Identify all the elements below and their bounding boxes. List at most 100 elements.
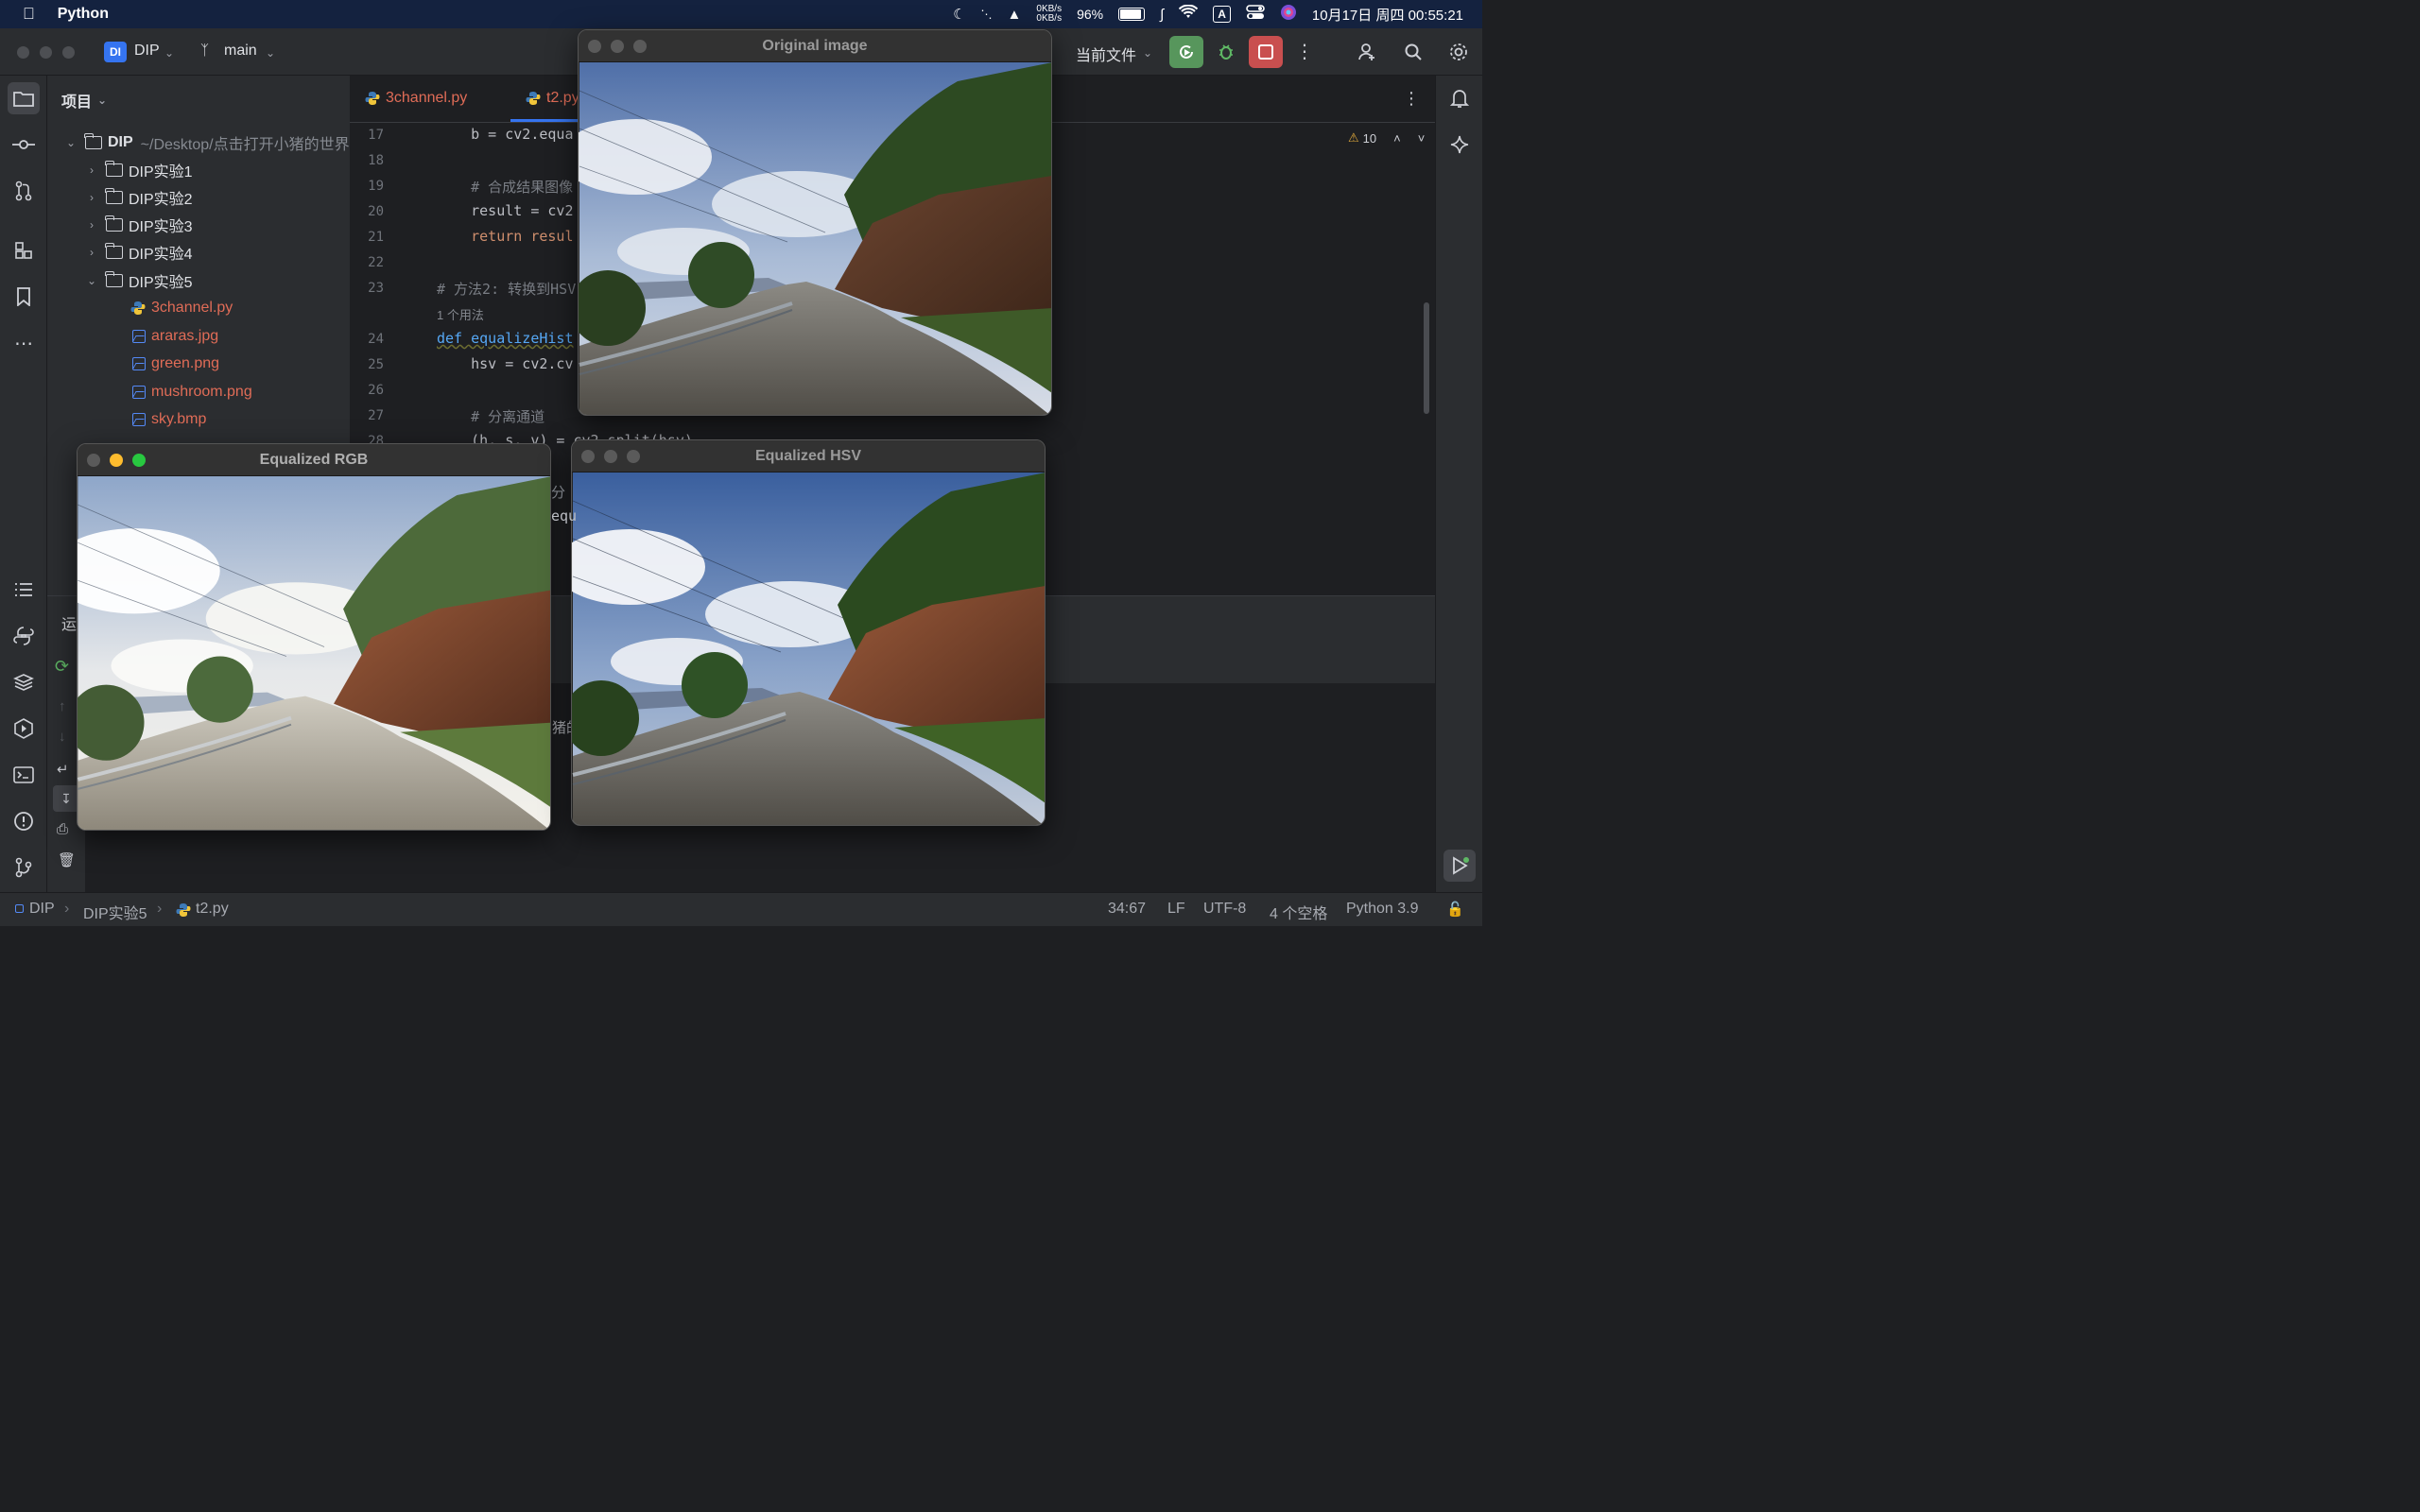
tab-options-icon[interactable]: ⋮	[1403, 89, 1420, 109]
notifications-button[interactable]	[1443, 82, 1476, 114]
file-encoding[interactable]: UTF-8	[1203, 901, 1246, 918]
python-console-tool-button[interactable]	[8, 620, 40, 652]
siri-icon[interactable]	[1280, 4, 1297, 25]
tree-folder-item[interactable]: › DIP实验1	[85, 157, 193, 183]
python-interpreter[interactable]: Python 3.9	[1346, 901, 1419, 918]
line-separator[interactable]: LF	[1167, 901, 1185, 918]
branch-chevron-down-icon[interactable]: ⌄	[266, 46, 275, 60]
tree-file-item[interactable]: sky.bmp	[130, 406, 206, 433]
print-icon[interactable]: ⎙	[57, 821, 68, 837]
equalized-rgb-window[interactable]: Equalized RGB	[77, 443, 551, 831]
unlock-icon[interactable]: 🔓	[1446, 901, 1464, 918]
cat-icon[interactable]: ▲	[1008, 7, 1022, 23]
window-zoom-button[interactable]	[132, 454, 146, 467]
project-tool-button[interactable]	[8, 82, 40, 114]
apple-menu-icon[interactable]: 	[23, 5, 35, 24]
window-zoom-button[interactable]	[633, 40, 647, 53]
window-minimize-button[interactable]	[611, 40, 624, 53]
code-with-me-button[interactable]	[1350, 36, 1384, 68]
window-zoom-button[interactable]	[627, 450, 640, 463]
battery-percent[interactable]: 96%	[1077, 7, 1103, 22]
run-config-chevron-down-icon[interactable]: ⌄	[1143, 46, 1152, 60]
branch-icon[interactable]: ᛉ	[200, 43, 209, 59]
search-everywhere-button[interactable]	[1396, 36, 1430, 68]
python-packages-tool-button[interactable]	[8, 666, 40, 698]
input-method-indicator[interactable]: A	[1213, 6, 1231, 23]
tree-file-item[interactable]: mushroom.png	[130, 379, 252, 405]
tree-folder-item[interactable]: ⌄ DIP实验5	[85, 267, 193, 294]
equalized-hsv-window[interactable]: Equalized HSV	[571, 439, 1046, 826]
pull-requests-tool-button[interactable]	[8, 175, 40, 207]
dots-activity-icon[interactable]: ⋱	[981, 8, 993, 21]
inspection-widget[interactable]: ⚠ 10 ˄ ˅	[1348, 130, 1425, 146]
tree-folder-item[interactable]: › DIP实验4	[85, 239, 193, 266]
original-image-window[interactable]: Original image	[578, 29, 1052, 416]
window-minimize-button[interactable]	[604, 450, 617, 463]
project-selector[interactable]: DIP	[134, 43, 160, 60]
project-chevron-down-icon[interactable]: ⌄	[164, 46, 174, 60]
window-minimize-button[interactable]	[110, 454, 123, 467]
bookmarks-tool-button[interactable]	[8, 281, 40, 313]
menubar-datetime[interactable]: 10月17日 周四 00:55:21	[1312, 5, 1463, 25]
battery-icon[interactable]	[1118, 8, 1146, 21]
project-panel-header[interactable]: 项目 ⌄	[61, 87, 107, 113]
window-close-button[interactable]	[588, 40, 601, 53]
soft-wrap-icon[interactable]: ↵	[57, 761, 69, 778]
more-actions-button[interactable]: ⋮	[1288, 36, 1322, 68]
debug-button[interactable]	[1209, 36, 1243, 68]
window-title[interactable]: Equalized RGB	[78, 444, 550, 476]
trash-icon[interactable]: 🗑	[58, 851, 76, 868]
window-minimize-button[interactable]	[40, 46, 52, 59]
tree-folder-item[interactable]: › DIP实验2	[85, 184, 193, 211]
structure-tool-button[interactable]	[8, 234, 40, 266]
branch-selector[interactable]: main	[224, 43, 257, 60]
arrow-down-icon[interactable]: ↓	[59, 729, 66, 745]
commit-tool-button[interactable]	[8, 129, 40, 161]
indent-setting[interactable]: 4 个空格	[1270, 901, 1327, 923]
window-title[interactable]: Equalized HSV	[572, 440, 1045, 472]
window-close-button[interactable]	[87, 454, 100, 467]
project-badge[interactable]: DI	[104, 42, 127, 62]
network-speed[interactable]: 0KB/s 0KB/s	[1036, 5, 1062, 24]
caret-position[interactable]: 34:67	[1108, 901, 1146, 918]
ai-assistant-button[interactable]	[1443, 129, 1476, 161]
arrow-up-icon[interactable]: ↑	[59, 698, 66, 714]
terminal-tool-button[interactable]	[8, 759, 40, 791]
window-zoom-button[interactable]	[62, 46, 75, 59]
run-panel-tab[interactable]: 运	[61, 611, 77, 634]
settings-button[interactable]	[1442, 36, 1476, 68]
editor-tab-3channel[interactable]: 3channel.py	[365, 90, 467, 107]
window-close-button[interactable]	[581, 450, 595, 463]
run-tool-button[interactable]	[1443, 850, 1476, 882]
wifi-icon[interactable]	[1179, 4, 1199, 24]
app-menu-name[interactable]: Python	[58, 6, 109, 23]
previous-highlight-icon[interactable]: ˄	[1393, 131, 1401, 146]
breadcrumb-root[interactable]: DIP	[29, 901, 55, 918]
window-close-button[interactable]	[17, 46, 29, 59]
services-tool-button[interactable]	[8, 713, 40, 745]
window-title[interactable]: Original image	[579, 30, 1051, 62]
tree-file-item[interactable]: 3channel.py	[130, 295, 233, 321]
breadcrumb-folder[interactable]: DIP实验5	[83, 901, 147, 923]
todo-tool-button[interactable]	[8, 574, 40, 606]
next-highlight-icon[interactable]: ˅	[1418, 131, 1426, 146]
run-config-selector[interactable]: 当前文件	[1076, 43, 1136, 65]
editor-scrollbar[interactable]	[1424, 302, 1429, 414]
tree-file-item[interactable]: green.png	[130, 351, 219, 377]
moon-icon[interactable]: ☾	[953, 6, 965, 23]
more-tools-button[interactable]: ⋯	[8, 327, 40, 359]
bluetooth-icon[interactable]: ∫	[1160, 7, 1164, 23]
rerun-button[interactable]	[1169, 36, 1203, 68]
stop-button[interactable]	[1249, 36, 1283, 68]
usages-hint[interactable]: 1 个用法	[437, 305, 484, 323]
editor-tab-t2[interactable]: t2.py	[526, 90, 579, 107]
breadcrumb-file[interactable]: t2.py	[196, 901, 229, 918]
control-center-icon[interactable]	[1246, 5, 1265, 24]
rerun-icon[interactable]: ⟳	[55, 657, 69, 677]
tree-file-item[interactable]: araras.jpg	[130, 323, 218, 350]
tree-folder-item[interactable]: › DIP实验3	[85, 212, 193, 238]
git-tool-button[interactable]	[8, 851, 40, 884]
tree-root-dip[interactable]: ⌄ DIP ~/Desktop/点击打开小猪的世界	[64, 129, 350, 156]
scroll-to-end-icon[interactable]: ↧	[53, 785, 79, 812]
problems-tool-button[interactable]	[8, 805, 40, 837]
